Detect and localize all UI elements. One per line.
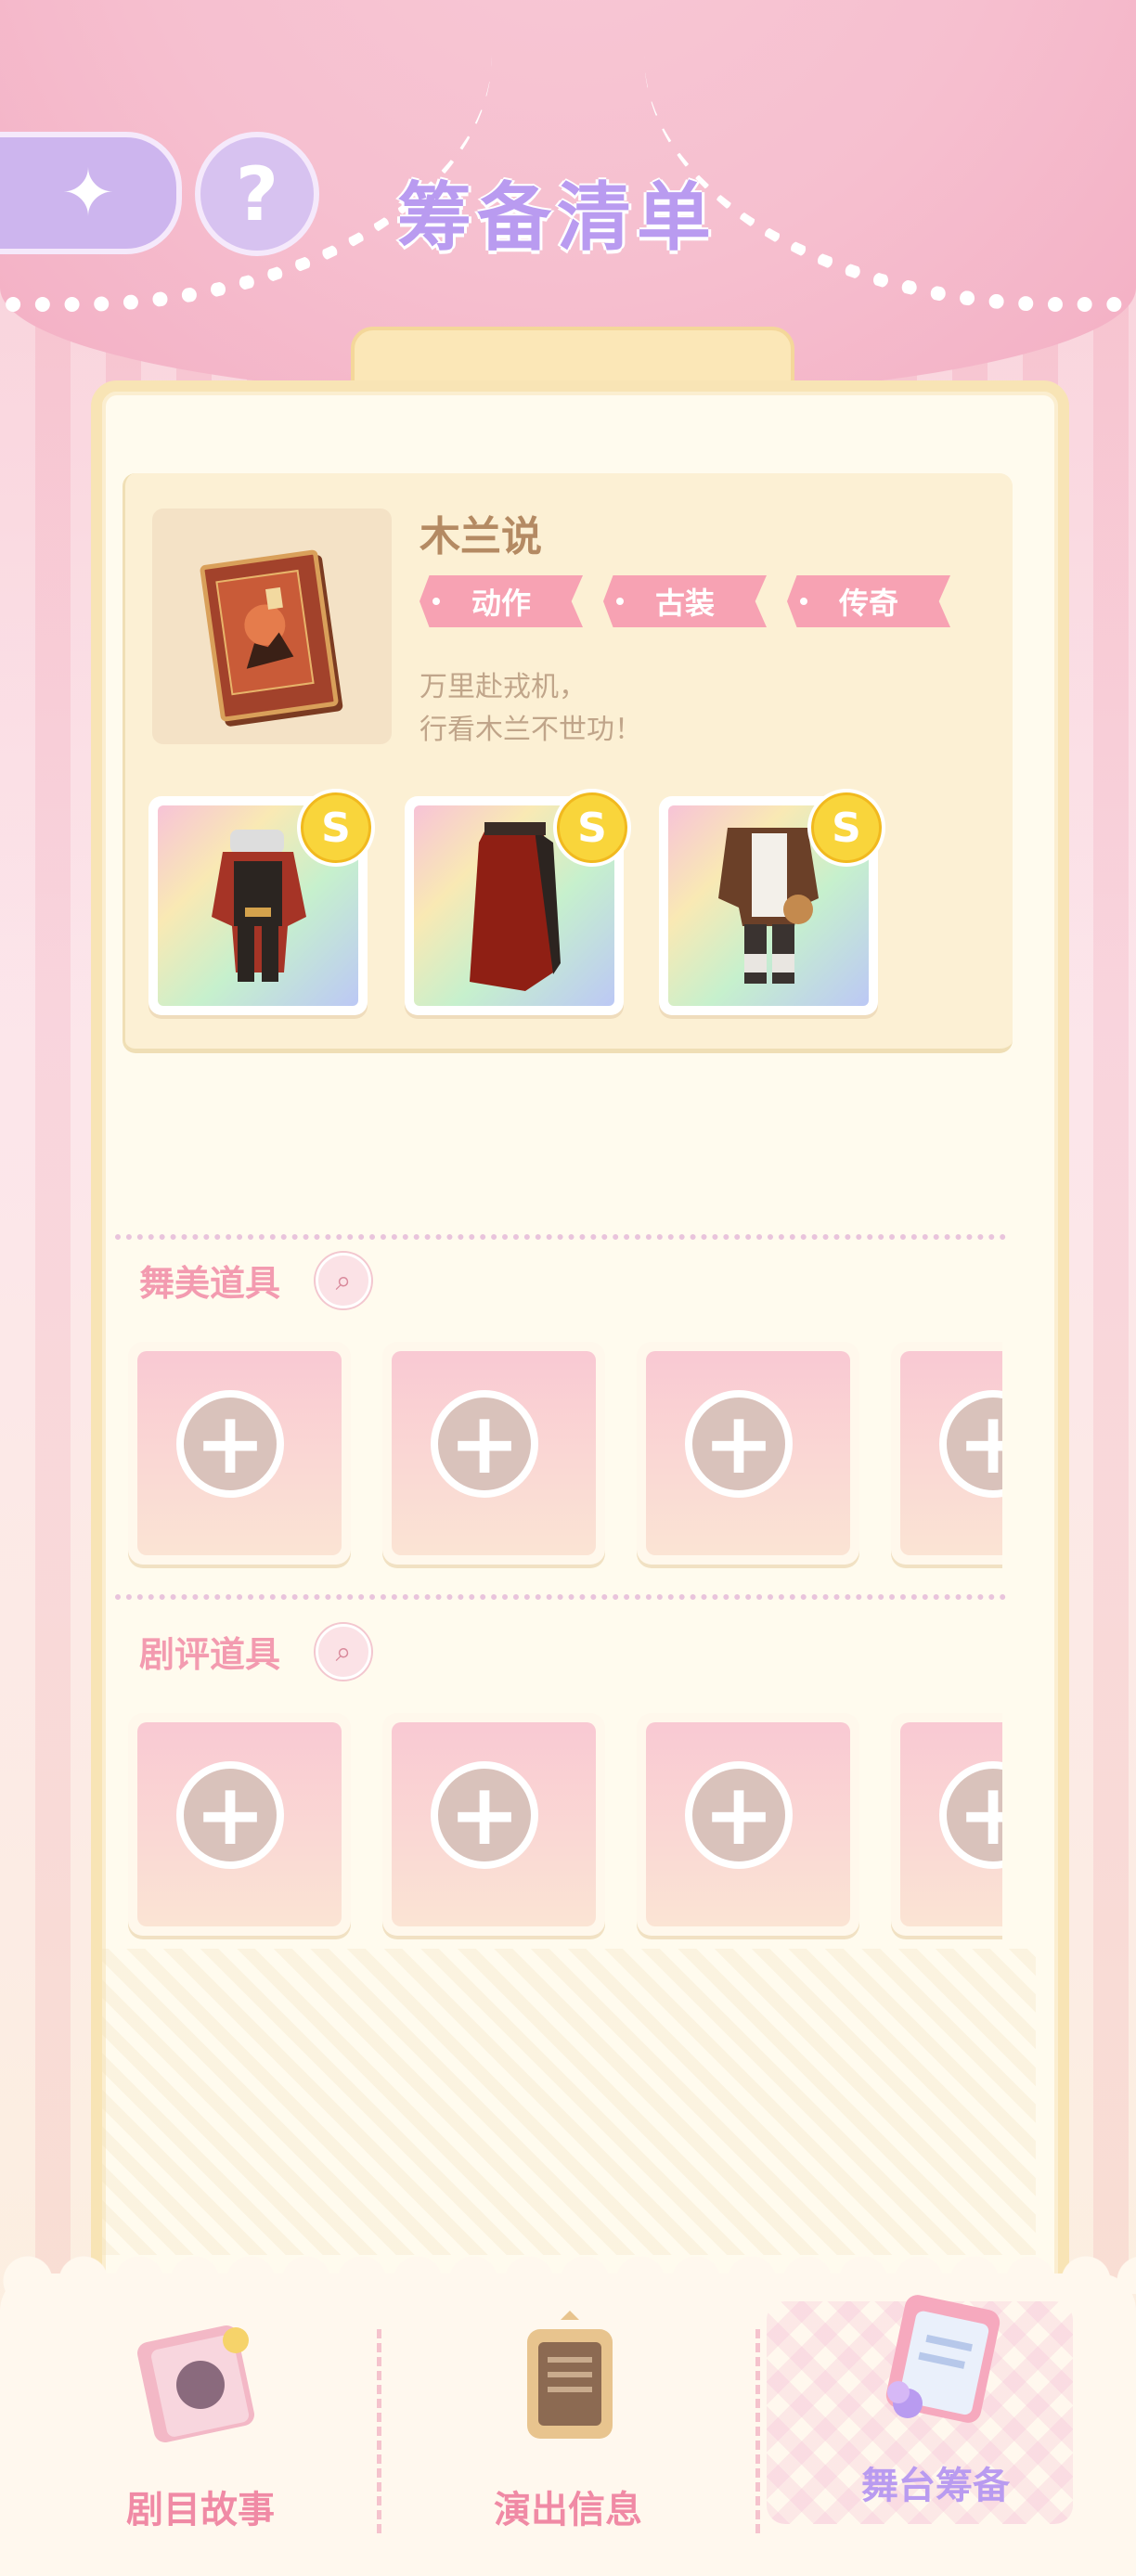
- review-props-slots: + + + +: [128, 1713, 1002, 1945]
- rank-badge: S: [553, 789, 631, 867]
- costume-card[interactable]: S: [148, 789, 375, 1015]
- tag-costume-drama: 古装: [603, 575, 767, 627]
- stage-props-title: 舞美道具: [139, 1263, 281, 1304]
- costume-card[interactable]: S: [405, 789, 631, 1015]
- tag-legend: 传奇: [787, 575, 950, 627]
- nav-preparation[interactable]: 舞台筹备: [796, 2295, 1075, 2524]
- rank-badge: S: [807, 789, 885, 867]
- description-line: 万里赴戎机，: [420, 671, 587, 703]
- help-button[interactable]: ?: [195, 132, 319, 256]
- nav-preparation-label: 舞台筹备: [861, 2465, 1010, 2507]
- back-button[interactable]: ✦: [0, 132, 182, 254]
- stage-props-search-button[interactable]: ⌕: [316, 1253, 371, 1308]
- show-cover[interactable]: [152, 509, 392, 744]
- show-description: 万里赴戎机， 行看木兰不世功！: [420, 666, 939, 752]
- description-line: 行看木兰不世功！: [420, 714, 642, 746]
- sparkle-star-icon: ✦: [60, 155, 116, 231]
- nav-info[interactable]: 演出信息: [429, 2311, 707, 2531]
- prop-slot[interactable]: +: [382, 1342, 605, 1565]
- add-icon: +: [176, 1761, 284, 1869]
- clipboard-icon: [885, 2295, 1000, 2423]
- section-divider: [115, 1234, 1006, 1240]
- prop-slot[interactable]: +: [128, 1713, 351, 1936]
- add-icon: +: [431, 1761, 538, 1869]
- stage-props-slots: + + + +: [128, 1342, 1002, 1574]
- section-divider: [115, 1594, 1006, 1600]
- search-icon: ⌕: [335, 1635, 352, 1668]
- add-icon: +: [431, 1390, 538, 1498]
- info-board-icon: [527, 2311, 613, 2439]
- panel-pattern: [102, 1949, 1036, 2255]
- help-label: ?: [235, 150, 279, 238]
- show-title: 木兰说: [420, 513, 542, 560]
- add-icon: +: [685, 1761, 793, 1869]
- prop-slot[interactable]: +: [382, 1713, 605, 1936]
- storybook-icon: [136, 2325, 255, 2443]
- prop-slot[interactable]: +: [891, 1713, 1002, 1936]
- search-icon: ⌕: [335, 1264, 352, 1297]
- rank-badge: S: [297, 789, 375, 867]
- review-props-search-button[interactable]: ⌕: [316, 1624, 371, 1680]
- nav-separator: [377, 2329, 381, 2533]
- nav-story[interactable]: 剧目故事: [61, 2311, 340, 2531]
- nav-separator: [755, 2329, 760, 2533]
- prop-slot[interactable]: +: [637, 1342, 859, 1565]
- add-icon: +: [685, 1390, 793, 1498]
- nav-info-label: 演出信息: [494, 2489, 642, 2531]
- nav-story-label: 剧目故事: [126, 2489, 275, 2531]
- prop-slot[interactable]: +: [891, 1342, 1002, 1565]
- tag-action: 动作: [420, 575, 583, 627]
- review-props-title: 剧评道具: [139, 1634, 281, 1675]
- costume-card[interactable]: S: [659, 789, 885, 1015]
- page-title: 筹备清单: [397, 174, 716, 261]
- book-icon: [199, 548, 340, 723]
- prop-slot[interactable]: +: [128, 1342, 351, 1565]
- add-icon: +: [176, 1390, 284, 1498]
- prop-slot[interactable]: +: [637, 1713, 859, 1936]
